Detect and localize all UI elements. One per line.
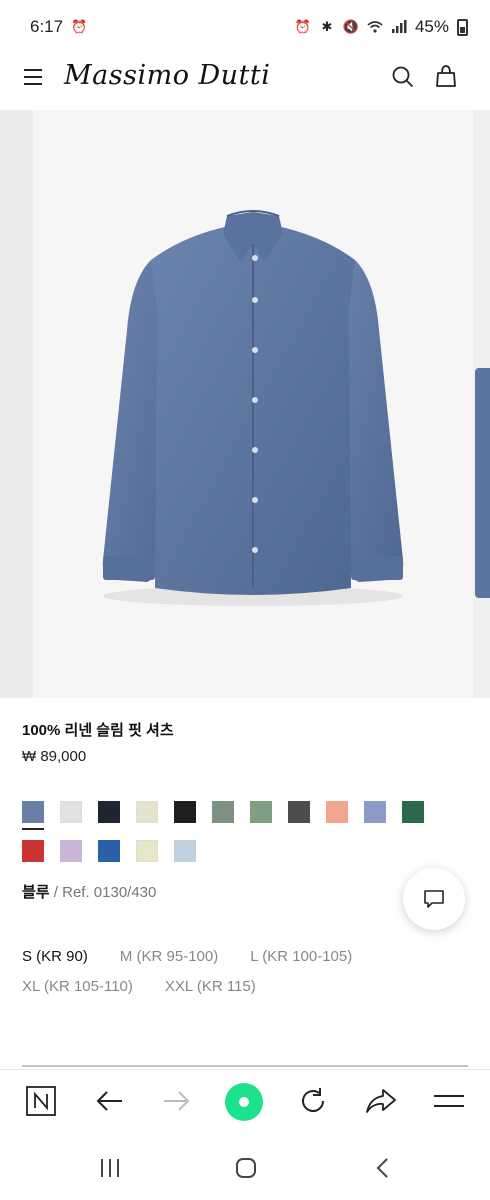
color-swatch[interactable] (174, 801, 196, 823)
size-row: S (KR 90) M (KR 95-100) L (KR 100-105) (22, 948, 462, 965)
wifi-icon (367, 19, 383, 35)
swatch-row (22, 801, 442, 830)
menu-lines-icon[interactable] (432, 1084, 466, 1118)
status-bar: 6:17 ⏰ ⏰ ✱ 🔇 45% (0, 0, 490, 54)
color-swatch[interactable] (98, 840, 120, 862)
menu-icon[interactable] (24, 69, 42, 85)
product-image[interactable] (33, 110, 473, 698)
app-header: Massimo Dutti (0, 54, 490, 110)
next-image-peek[interactable] (473, 110, 490, 698)
color-swatch[interactable] (402, 801, 424, 823)
color-swatch[interactable] (250, 801, 272, 823)
product-image-carousel[interactable] (0, 110, 490, 698)
color-swatch[interactable] (98, 801, 120, 823)
color-swatch[interactable] (136, 840, 158, 862)
color-swatch[interactable] (60, 840, 82, 862)
color-name: 블루 (22, 884, 50, 901)
color-swatch[interactable] (60, 801, 82, 823)
search-icon[interactable] (392, 66, 414, 88)
alarm-icon: ⏰ (71, 19, 88, 34)
android-navigation-bar (0, 1135, 490, 1200)
back-arrow-icon[interactable] (92, 1084, 126, 1118)
battery-percent: 45% (414, 17, 449, 36)
recent-apps-icon[interactable] (95, 1155, 125, 1181)
previous-image-peek (0, 110, 33, 698)
status-time: 6:17 (30, 17, 64, 36)
mute-icon: 🔇 (342, 19, 360, 34)
color-swatch[interactable] (212, 801, 234, 823)
size-option[interactable]: XL (KR 105-110) (22, 978, 133, 995)
back-icon[interactable] (368, 1155, 398, 1181)
shirt-illustration (102, 210, 404, 606)
reference-number: / Ref. 0130/430 (49, 884, 157, 901)
signal-icon (391, 19, 407, 35)
product-title: 100% 리넨 슬림 핏 셔츠 (22, 722, 174, 739)
browser-toolbar (0, 1069, 490, 1135)
color-swatch[interactable] (174, 840, 196, 862)
naver-icon[interactable] (24, 1084, 58, 1118)
color-reference: 블루 / Ref. 0130/430 (22, 881, 156, 902)
color-swatch[interactable] (136, 801, 158, 823)
size-option[interactable]: M (KR 95-100) (120, 948, 218, 965)
color-swatches (22, 801, 442, 879)
size-row: XL (KR 105-110) XXL (KR 115) (22, 978, 462, 995)
share-icon[interactable] (364, 1084, 398, 1118)
color-swatch[interactable] (326, 801, 348, 823)
size-selector: S (KR 90) M (KR 95-100) L (KR 100-105) XL … (22, 948, 462, 1008)
shopping-bag-icon[interactable] (435, 64, 457, 88)
forward-arrow-icon[interactable] (160, 1084, 194, 1118)
home-icon[interactable] (231, 1155, 261, 1181)
alarm-icon: ⏰ (294, 19, 312, 34)
size-option[interactable]: XXL (KR 115) (165, 978, 256, 995)
color-swatch[interactable] (22, 801, 44, 830)
refresh-icon[interactable] (296, 1084, 330, 1118)
product-price: ₩ 89,000 (22, 748, 87, 765)
chat-button[interactable] (403, 868, 465, 930)
chat-icon (424, 890, 444, 908)
battery-icon (457, 18, 468, 36)
bluetooth-icon: ✱ (321, 19, 333, 34)
color-swatch[interactable] (22, 840, 44, 862)
swatch-row (22, 840, 442, 862)
brand-logo[interactable]: Massimo Dutti (64, 60, 270, 91)
size-option[interactable]: S (KR 90) (22, 948, 88, 965)
color-swatch[interactable] (288, 801, 310, 823)
color-swatch[interactable] (364, 801, 386, 823)
home-green-icon[interactable] (224, 1082, 264, 1122)
size-option[interactable]: L (KR 100-105) (250, 948, 352, 965)
